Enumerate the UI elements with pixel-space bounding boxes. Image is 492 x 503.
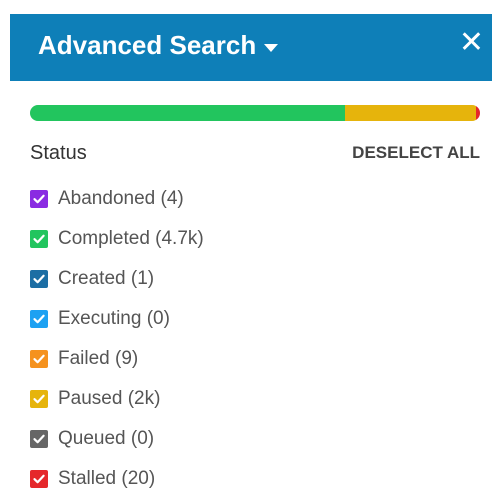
status-filter-label: Stalled (20)	[58, 468, 156, 489]
filter-panel: Status DESELECT ALL Abandoned (4) Complet…	[10, 81, 492, 503]
status-filter-item[interactable]: Failed (9)	[30, 339, 204, 379]
panel-header: Advanced Search ✕	[10, 14, 492, 81]
close-button[interactable]: ✕	[459, 28, 484, 58]
status-filter-item[interactable]: Stalled (20)	[30, 459, 204, 499]
checkbox-checked-icon[interactable]	[30, 470, 48, 488]
progress-segment-completed	[30, 105, 345, 121]
status-filter-label: Completed (4.7k)	[58, 228, 204, 249]
status-filter-list: Abandoned (4) Completed (4.7k) Created (1)…	[30, 179, 204, 499]
status-filter-label: Queued (0)	[58, 428, 155, 449]
status-progress-bar	[30, 105, 480, 121]
progress-segment-paused	[345, 105, 476, 121]
status-section-label: Status	[30, 142, 87, 164]
checkbox-checked-icon[interactable]	[30, 430, 48, 448]
checkbox-checked-icon[interactable]	[30, 270, 48, 288]
status-filter-item[interactable]: Completed (4.7k)	[30, 219, 204, 259]
panel-title-dropdown[interactable]: Advanced Search	[38, 30, 279, 61]
progress-segment-stalled	[475, 105, 480, 121]
caret-down-icon	[264, 43, 279, 52]
status-filter-item[interactable]: Created (1)	[30, 259, 204, 299]
status-filter-label: Created (1)	[58, 268, 155, 289]
close-icon: ✕	[458, 26, 484, 59]
status-filter-label: Abandoned (4)	[58, 188, 184, 209]
deselect-all-button[interactable]: DESELECT ALL	[352, 143, 480, 163]
checkbox-checked-icon[interactable]	[30, 390, 48, 408]
status-filter-label: Failed (9)	[58, 348, 139, 369]
status-filter-label: Executing (0)	[58, 308, 170, 329]
panel-title: Advanced Search	[38, 30, 257, 60]
checkbox-checked-icon[interactable]	[30, 310, 48, 328]
status-filter-label: Paused (2k)	[58, 388, 161, 409]
status-filter-item[interactable]: Paused (2k)	[30, 379, 204, 419]
status-filter-item[interactable]: Executing (0)	[30, 299, 204, 339]
checkbox-checked-icon[interactable]	[30, 190, 48, 208]
status-filter-item[interactable]: Queued (0)	[30, 419, 204, 459]
checkbox-checked-icon[interactable]	[30, 230, 48, 248]
status-filter-item[interactable]: Abandoned (4)	[30, 179, 204, 219]
checkbox-checked-icon[interactable]	[30, 350, 48, 368]
top-strip	[0, 0, 492, 14]
